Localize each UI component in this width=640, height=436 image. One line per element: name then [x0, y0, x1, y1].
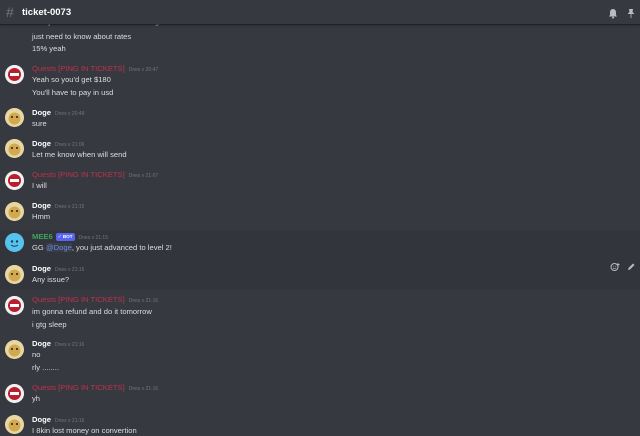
message-author[interactable]: Doge Dnes v 21:15 — [32, 201, 84, 210]
message-text: im gonna refund and do it tomorrow — [32, 307, 152, 316]
bell-icon[interactable] — [608, 6, 618, 19]
message-text: rly ........ — [32, 363, 60, 372]
user-mention[interactable]: @Doge — [45, 243, 72, 252]
message-list[interactable]: its my amount what I want to exchange ju… — [0, 0, 640, 436]
message-text: Hmm — [32, 212, 51, 221]
avatar[interactable] — [5, 202, 24, 221]
message-text: You'll have to pay in usd — [32, 88, 114, 97]
avatar[interactable] — [5, 108, 24, 127]
message-author[interactable]: Doge Dnes v 21:16 — [32, 264, 84, 273]
timestamp: Dnes v 21:15 — [54, 204, 85, 210]
avatar[interactable] — [5, 65, 24, 84]
message-text: I 8kin lost money on convertion — [32, 426, 137, 435]
timestamp: Dnes v 20:48 — [54, 111, 85, 117]
message-author[interactable]: Quests [PING IN TICKETS] Dnes v 20:47 — [32, 64, 158, 73]
add-reaction-icon[interactable] — [610, 259, 620, 271]
message-text: yh — [32, 394, 41, 403]
avatar[interactable] — [5, 265, 24, 284]
hovered-message — [0, 257, 640, 290]
bot-badge: ✓ BOT — [55, 233, 75, 241]
message-author[interactable]: Doge Dnes v 21:16 — [32, 339, 84, 348]
message-text: sure — [32, 119, 47, 128]
timestamp: Dnes v 21:16 — [54, 342, 85, 348]
channel-name: ticket-0073 — [22, 6, 72, 18]
avatar[interactable] — [5, 233, 24, 252]
hash-icon: # — [6, 4, 14, 20]
avatar[interactable] — [5, 296, 24, 315]
timestamp: Dnes v 21:16 — [54, 267, 85, 273]
message-author[interactable]: Doge Dnes v 20:48 — [32, 108, 84, 117]
avatar[interactable] — [5, 340, 24, 359]
message-text: just need to know about rates — [32, 32, 132, 41]
message-text: i gtg sleep — [32, 320, 67, 329]
message-author[interactable]: MEE6 ✓ BOT Dnes v 21:15 — [32, 232, 108, 241]
avatar[interactable] — [5, 139, 24, 158]
message-text: 15% yeah — [32, 44, 66, 53]
avatar[interactable] — [5, 415, 24, 434]
message-text: I will — [32, 181, 47, 190]
timestamp: Dnes v 21:06 — [54, 142, 85, 148]
message-author[interactable]: Doge Dnes v 21:16 — [32, 415, 84, 424]
timestamp: Dnes v 21:16 — [128, 386, 159, 392]
message-text: Yeah so you'd get $180 — [32, 75, 111, 84]
timestamp: Dnes v 21:07 — [128, 173, 159, 179]
edit-icon[interactable] — [626, 259, 636, 270]
message-author[interactable]: Quests [PING IN TICKETS] Dnes v 21:16 — [32, 295, 158, 304]
message-text: no — [32, 350, 41, 359]
message-author[interactable]: Quests [PING IN TICKETS] Dnes v 21:07 — [32, 170, 158, 179]
avatar[interactable] — [5, 171, 24, 190]
timestamp: Dnes v 20:47 — [128, 67, 159, 73]
pin-icon[interactable] — [626, 6, 636, 18]
channel-header: # ticket-0073 — [0, 0, 640, 24]
timestamp: Dnes v 21:16 — [54, 418, 85, 424]
timestamp: Dnes v 21:15 — [78, 235, 108, 241]
avatar[interactable] — [5, 384, 24, 403]
message-text: Any issue? — [32, 275, 70, 284]
message-actions — [610, 259, 636, 271]
message-author[interactable]: Doge Dnes v 21:06 — [32, 139, 84, 148]
message-text: GG @Doge, you just advanced to level 2! — [32, 243, 172, 252]
timestamp: Dnes v 21:16 — [128, 298, 159, 304]
message-text: Let me know when will send — [32, 150, 127, 159]
message-author[interactable]: Quests [PING IN TICKETS] Dnes v 21:16 — [32, 383, 158, 392]
